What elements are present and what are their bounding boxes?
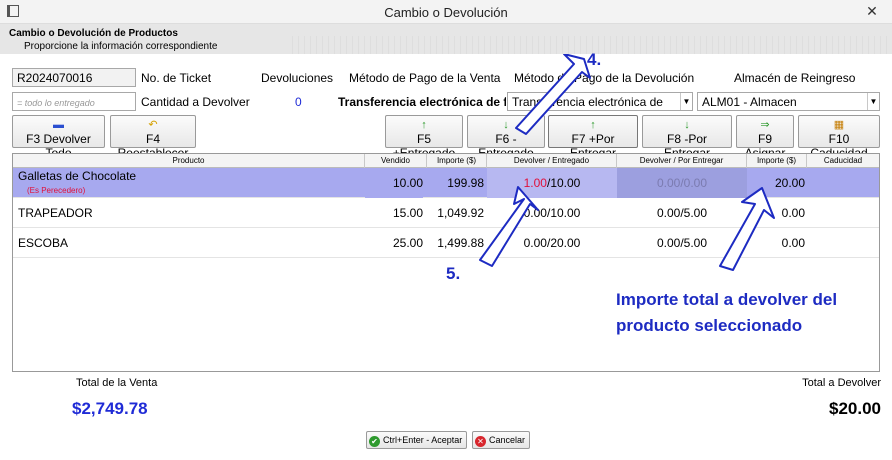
close-button[interactable]: ✕ (852, 0, 892, 24)
total-venta-label: Total de la Venta (76, 377, 158, 389)
arrow-icon (719, 187, 775, 271)
dialog-header: Cambio o Devolución de Productos Proporc… (0, 24, 892, 54)
check-icon: ✔ (369, 436, 380, 447)
dialog-content: R2024070016 No. de Ticket Devoluciones M… (0, 50, 892, 460)
accept-button[interactable]: ✔ Ctrl+Enter - Aceptar (366, 431, 468, 449)
total-devolver-label: Total a Devolver (802, 377, 881, 389)
header-title: Cambio o Devolución de Productos (9, 28, 178, 39)
header-subtitle: Proporcione la información correspondien… (24, 41, 218, 52)
total-venta-value: $2,749.78 (72, 399, 148, 418)
window-title: Cambio o Devolución (384, 5, 508, 20)
arrow-icon (515, 54, 591, 135)
title-bar: Cambio o Devolución ✕ (0, 0, 892, 24)
arrow-icon (479, 186, 539, 267)
total-devolver-value: $20.00 (829, 399, 881, 418)
cancel-icon: ✕ (475, 436, 486, 447)
cancel-button[interactable]: ✕ Cancelar (472, 431, 531, 449)
